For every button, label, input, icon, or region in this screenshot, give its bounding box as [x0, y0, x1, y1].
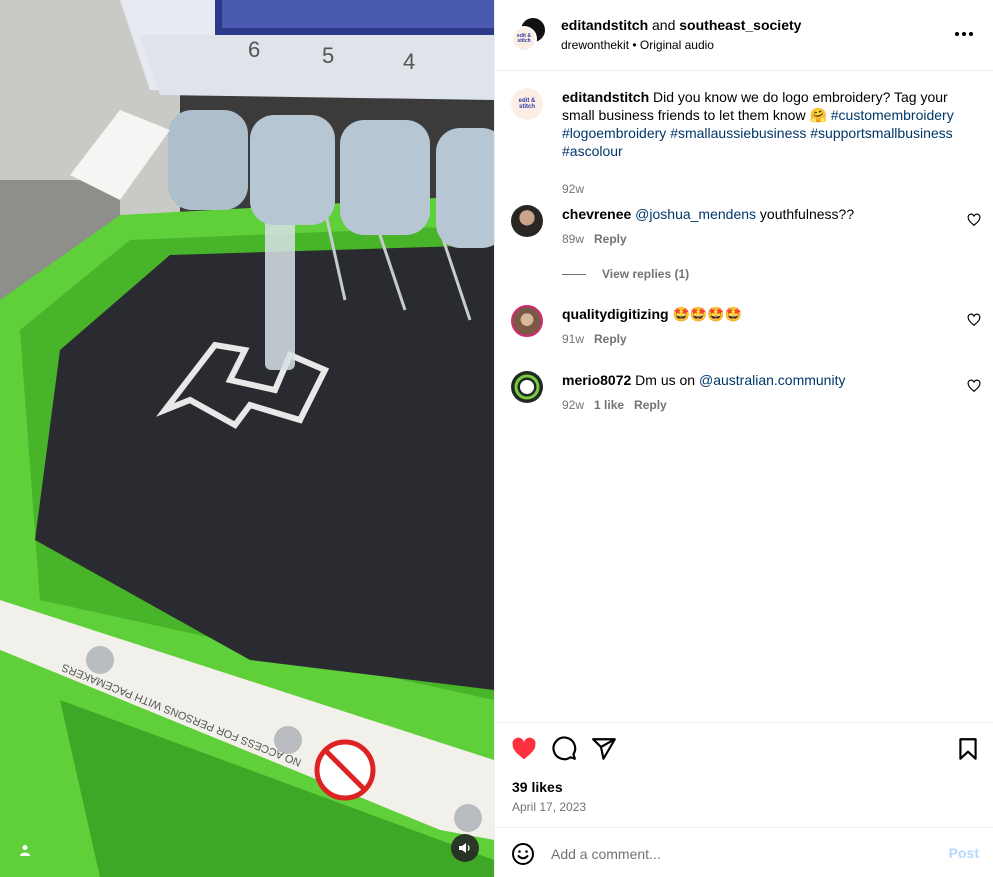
collaborator-name[interactable]: southeast_society: [679, 17, 801, 33]
like-comment-heart-icon[interactable]: [967, 379, 981, 393]
post-header: edit & stitch editandstitch and southeas…: [495, 0, 993, 71]
embroidery-video-frame: 6 5 4 NO ACCESS FOR PERSONS WITH PACEMAK…: [0, 0, 494, 877]
commenter-avatar[interactable]: [511, 305, 543, 337]
caption-row: edit & stitch editandstitch Did you know…: [511, 88, 981, 208]
comment-row: chevrenee @joshua_mendens youthfulness??…: [511, 205, 981, 295]
comment-meta: 92w 1 like Reply: [562, 398, 667, 412]
comment-username[interactable]: chevrenee: [562, 206, 631, 222]
comment-age[interactable]: 89w: [562, 232, 584, 246]
comment-row: qualitydigitizing 🤩🤩🤩🤩 91w Reply: [511, 305, 981, 355]
audio-separator: •: [629, 38, 640, 52]
comment-username[interactable]: merio8072: [562, 372, 631, 388]
hashtag-link[interactable]: #smallaussiebusiness: [670, 125, 806, 141]
caption-avatar[interactable]: edit & stitch: [511, 88, 543, 120]
speaker-icon: [459, 843, 470, 853]
comment-username[interactable]: qualitydigitizing: [562, 306, 669, 322]
replies-divider: [562, 273, 586, 275]
comment-mention[interactable]: @joshua_mendens: [635, 206, 756, 222]
comment-text: merio8072 Dm us on @australian.community: [562, 371, 960, 389]
account-avatar[interactable]: edit & stitch: [511, 26, 537, 52]
emoji-icon[interactable]: [511, 842, 535, 866]
add-comment-bar: Post: [495, 827, 993, 877]
post-comment-button[interactable]: Post: [949, 845, 979, 861]
like-comment-heart-icon[interactable]: [967, 213, 981, 227]
comment-body: youthfulness??: [756, 206, 855, 222]
comment-likes[interactable]: 1 like: [594, 398, 624, 412]
share-icon[interactable]: [591, 736, 617, 762]
post-details-panel: edit & stitch editandstitch and southeas…: [494, 0, 993, 877]
comment-meta: 91w Reply: [562, 332, 627, 346]
post-authors: editandstitch and southeast_society: [561, 17, 801, 33]
reply-button[interactable]: Reply: [594, 232, 627, 246]
person-tag-icon: [20, 845, 30, 856]
audio-author[interactable]: drewonthekit: [561, 38, 629, 52]
view-replies-button[interactable]: View replies (1): [562, 267, 689, 281]
caption-text: editandstitch Did you know we do logo em…: [562, 88, 960, 160]
quality-99-avatar-icon: [514, 374, 540, 400]
view-replies-label[interactable]: View replies (1): [602, 267, 689, 281]
comment-row: merio8072 Dm us on @australian.community…: [511, 371, 981, 421]
likes-count[interactable]: 39 likes: [512, 779, 563, 795]
tagged-people-button[interactable]: [12, 837, 38, 863]
hoop-number-5: 5: [322, 43, 334, 68]
reply-button[interactable]: Reply: [634, 398, 667, 412]
collab-avatars[interactable]: edit & stitch: [511, 18, 545, 52]
bookmark-icon[interactable]: [955, 736, 981, 762]
more-options-icon[interactable]: [952, 24, 976, 44]
caption-age[interactable]: 92w: [562, 182, 584, 196]
comments-list[interactable]: edit & stitch editandstitch Did you know…: [495, 72, 993, 722]
comment-text: qualitydigitizing 🤩🤩🤩🤩: [562, 305, 960, 323]
post-media[interactable]: 6 5 4 NO ACCESS FOR PERSONS WITH PACEMAK…: [0, 0, 494, 877]
comment-age[interactable]: 91w: [562, 332, 584, 346]
comment-meta: 89w Reply: [562, 232, 627, 246]
account-name[interactable]: editandstitch: [561, 17, 648, 33]
hoop-number-4: 4: [403, 49, 415, 74]
post-date: April 17, 2023: [512, 800, 587, 814]
comment-body: Dm us on: [635, 372, 699, 388]
reply-button[interactable]: Reply: [594, 332, 627, 346]
hoop-number-6: 6: [248, 37, 260, 62]
hashtag-link[interactable]: #logoembroidery: [562, 125, 666, 141]
author-connector: and: [648, 17, 680, 33]
comment-body: 🤩🤩🤩🤩: [672, 306, 743, 322]
comment-icon[interactable]: [551, 736, 577, 762]
comment-age[interactable]: 92w: [562, 398, 584, 412]
commenter-avatar[interactable]: [511, 371, 543, 403]
heart-icon[interactable]: [511, 736, 537, 762]
post-actions: 39 likes April 17, 2023: [495, 722, 993, 826]
hashtag-link[interactable]: #supportsmallbusiness: [810, 125, 952, 141]
commenter-avatar[interactable]: [511, 205, 543, 237]
hashtag-link[interactable]: #customembroidery: [831, 107, 954, 123]
caption-username[interactable]: editandstitch: [562, 89, 649, 105]
comment-text: chevrenee @joshua_mendens youthfulness??: [562, 205, 960, 223]
hashtag-link[interactable]: #ascolour: [562, 143, 623, 159]
audio-label[interactable]: Original audio: [640, 38, 714, 52]
comment-mention[interactable]: @australian.community: [699, 372, 846, 388]
sound-toggle-button[interactable]: [451, 834, 479, 862]
comment-input[interactable]: [551, 841, 921, 867]
like-comment-heart-icon[interactable]: [967, 313, 981, 327]
audio-info: drewonthekit • Original audio: [561, 38, 714, 52]
